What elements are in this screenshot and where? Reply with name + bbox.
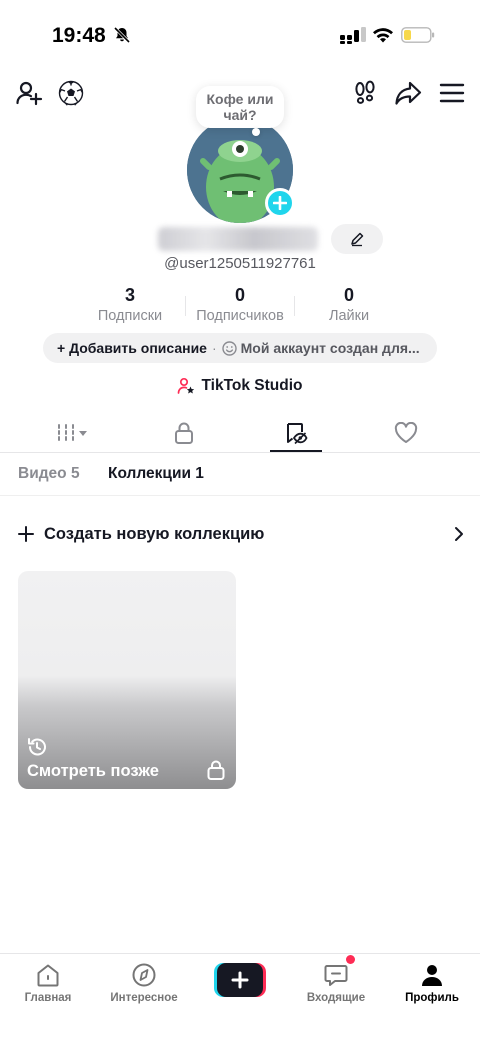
profile-views-button[interactable]: [350, 78, 380, 108]
person-star-icon: [178, 377, 195, 394]
person-plus-icon: [16, 81, 43, 106]
divider: [0, 495, 480, 496]
tiktok-studio-label: TikTok Studio: [201, 377, 303, 394]
edit-profile-button[interactable]: [331, 224, 383, 254]
separator-dot: ·: [211, 340, 217, 356]
profile-person-icon: [422, 965, 442, 986]
lock-icon: [207, 760, 225, 780]
stat-followers[interactable]: 0 Подписчиков: [180, 284, 300, 325]
add-avatar-button[interactable]: [265, 188, 295, 218]
signal-icon: [340, 27, 366, 44]
username[interactable]: @user1250511927761: [0, 255, 480, 272]
create-post-button[interactable]: [214, 963, 266, 997]
tab-liked[interactable]: [346, 414, 466, 452]
status-bubble[interactable]: Кофе или чай?: [196, 86, 284, 128]
notification-dot: [346, 955, 355, 964]
compass-icon: [132, 963, 156, 987]
wifi-icon: [373, 28, 393, 43]
bell-slash-icon: [113, 26, 131, 44]
add-description-button[interactable]: + Добавить описание · Мой аккаунт создан…: [43, 333, 437, 363]
share-arrow-icon: [395, 81, 422, 105]
status-time: 19:48: [52, 24, 106, 47]
stat-likes-value: 0: [343, 285, 354, 305]
nav-home-label: Главная: [24, 992, 72, 1004]
grid-filter-icon: [58, 424, 87, 442]
bookmark-eye-icon: [287, 423, 308, 445]
divider: [0, 452, 480, 453]
chevron-right-icon: [455, 527, 463, 541]
battery-icon: [401, 27, 435, 43]
message-icon: [324, 965, 348, 986]
nav-inbox-label: Входящие: [306, 992, 366, 1004]
menu-button[interactable]: [437, 78, 467, 108]
hamburger-menu-icon: [439, 83, 465, 103]
stat-following-label: Подписки: [97, 308, 163, 324]
create-collection-row[interactable]: Создать новую коллекцию: [18, 520, 464, 548]
smile-icon: [221, 340, 237, 356]
stat-likes-label: Лайки: [328, 308, 370, 324]
bubble-line-1: Кофе или: [206, 91, 274, 107]
lock-icon: [175, 422, 193, 444]
description-placeholder: Мой аккаунт создан для...: [240, 340, 420, 356]
share-profile-button[interactable]: [393, 78, 423, 108]
subtab-collections[interactable]: Коллекции 1: [108, 465, 204, 483]
plus-icon: [273, 196, 287, 210]
nav-home[interactable]: Главная: [0, 962, 96, 1004]
bubble-line-2: чай?: [223, 107, 257, 123]
heart-icon: [394, 422, 418, 443]
soccer-ball-icon: [58, 80, 84, 106]
home-icon: [37, 964, 59, 987]
stat-likes[interactable]: 0 Лайки: [289, 284, 409, 325]
nav-profile-label: Профиль: [405, 992, 459, 1004]
pencil-icon: [351, 232, 364, 247]
stat-following-value: 3: [124, 285, 135, 305]
bubble-tail: [252, 128, 260, 136]
tab-private[interactable]: [124, 414, 244, 452]
nav-discover-label: Интересное: [110, 992, 178, 1004]
stat-followers-label: Подписчиков: [196, 308, 284, 324]
tab-videos-grid[interactable]: [13, 414, 133, 452]
stat-followers-value: 0: [234, 285, 245, 305]
collection-card[interactable]: [18, 571, 236, 789]
create-collection-label: Создать новую коллекцию: [44, 524, 265, 543]
display-name-blurred: [158, 227, 318, 251]
subtab-videos[interactable]: Видео 5: [18, 465, 80, 483]
plus-icon: [18, 526, 34, 542]
nav-discover[interactable]: Интересное: [96, 962, 192, 1004]
add-friend-button[interactable]: [14, 78, 44, 108]
tiktok-studio-link[interactable]: TikTok Studio: [0, 377, 480, 395]
nav-profile[interactable]: Профиль: [384, 962, 480, 1004]
collection-title: Смотреть позже: [27, 762, 159, 780]
soccer-ball-button[interactable]: [56, 78, 86, 108]
stat-following[interactable]: 3 Подписки: [70, 284, 190, 325]
nav-inbox[interactable]: Входящие: [288, 962, 384, 1004]
clock-history-icon: [28, 738, 46, 756]
footprints-icon: [355, 80, 375, 104]
add-description-label: + Добавить описание: [57, 340, 207, 356]
tab-favorites[interactable]: [236, 414, 356, 452]
